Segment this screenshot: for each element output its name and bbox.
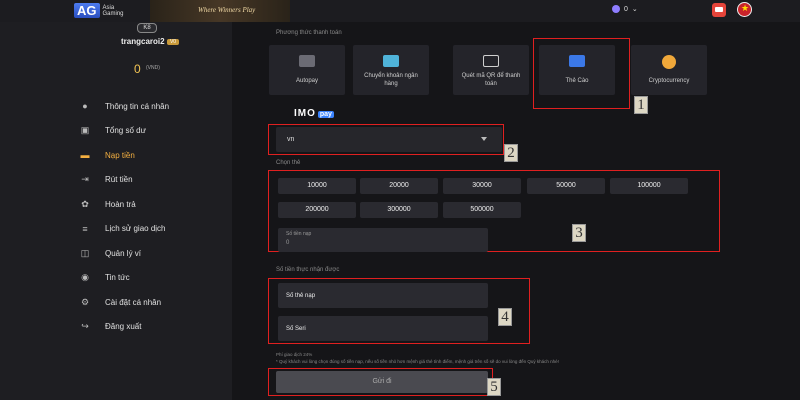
- wallet-value: 0: [624, 5, 628, 13]
- user-icon: ●: [82, 101, 88, 112]
- serial-field[interactable]: Số Seri: [278, 316, 488, 341]
- withdraw-icon: ⇥: [81, 174, 89, 185]
- sidebar-item[interactable]: ✿ Hoàn trả: [80, 192, 230, 217]
- logo-subtitle: Asia Gaming: [102, 4, 124, 17]
- balance-currency: (VND): [146, 65, 160, 71]
- sidebar-item[interactable]: ● Thông tin cá nhân: [80, 94, 230, 119]
- choose-card-label: Chọn thẻ: [276, 160, 301, 166]
- username: trangcaroi2: [121, 37, 165, 46]
- amount-option[interactable]: 50000: [527, 178, 605, 194]
- news-icon: ◉: [81, 272, 89, 283]
- sidebar-item[interactable]: ▬ Nạp tiền: [80, 143, 230, 168]
- step-number-4: 4: [498, 308, 512, 326]
- deposit-panel: Phương thức thanh toán Autopay Chuyển kh…: [232, 22, 800, 400]
- serial-placeholder: Số Seri: [286, 326, 306, 332]
- sidebar-item-label: Lịch sử giao dịch: [105, 224, 166, 234]
- vip-badge: V0: [167, 39, 179, 45]
- payment-method-label: Phương thức thanh toán: [276, 30, 342, 36]
- sidebar-item-label: Cài đặt cá nhân: [105, 297, 162, 307]
- banner-text: Where Winners Play: [198, 6, 256, 14]
- select-value: vn: [287, 136, 295, 143]
- sidebar-item[interactable]: ◉ Tin tức: [80, 266, 230, 291]
- sidebar-item[interactable]: ⚙ Cài đặt cá nhân: [80, 290, 230, 315]
- sidebar-item[interactable]: ↪ Đăng xuất: [80, 315, 230, 340]
- input-label: Số tiền nạp: [286, 231, 312, 237]
- sidebar-item-label: Quản lý ví: [105, 248, 142, 258]
- sidebar-item[interactable]: ≡ Lịch sử giao dịch: [80, 217, 230, 242]
- deposit-amount-input[interactable]: Số tiền nạp 0: [278, 228, 488, 252]
- step-number-3: 3: [572, 224, 586, 242]
- settings-icon: ⚙: [80, 296, 90, 307]
- card-number-placeholder: Số thẻ nạp: [286, 293, 316, 299]
- amount-option[interactable]: 10000: [278, 178, 356, 194]
- qr-code-icon: [483, 55, 499, 67]
- network-select[interactable]: vn: [276, 127, 502, 152]
- sidebar-item[interactable]: ◫ Quản lý ví: [80, 241, 230, 266]
- provider-name: IMO: [294, 108, 316, 119]
- step-number-1: 1: [634, 96, 648, 114]
- provider-suffix: pay: [317, 111, 334, 118]
- method-label: Autopay: [295, 78, 319, 84]
- method-crypto[interactable]: Cryptocurrency: [631, 45, 707, 95]
- language-flag-icon[interactable]: [737, 2, 752, 17]
- logo[interactable]: AG Asia Gaming: [74, 3, 127, 18]
- submit-button[interactable]: Gửi đi: [276, 371, 488, 393]
- balance-amount: 0: [134, 62, 141, 76]
- autopay-icon: [299, 55, 315, 67]
- card-number-field[interactable]: Số thẻ nạp: [278, 283, 488, 308]
- sidebar: K8 trangcaroi2 V0 0 (VND) ● Thông tin cá …: [0, 22, 232, 400]
- received-amount-label: Số tiền thực nhận được: [276, 267, 340, 273]
- sidebar-item-label: Nạp tiền: [105, 150, 135, 160]
- deposit-icon: ▬: [80, 150, 90, 161]
- top-bar: AG Asia Gaming Where Winners Play 0 ⌄: [0, 0, 800, 22]
- amount-option[interactable]: 30000: [443, 178, 521, 194]
- sidebar-item-label: Tin tức: [105, 273, 130, 283]
- highlight-box-1: [533, 38, 630, 109]
- bank-transfer-icon: [383, 55, 399, 67]
- step-number-2: 2: [504, 144, 518, 162]
- sidebar-item-label: Hoàn trả: [105, 199, 136, 209]
- amount-option[interactable]: 20000: [360, 178, 438, 194]
- warning-note: * Quý khách vui lòng chọn đúng số tiền n…: [276, 359, 559, 364]
- sidebar-item-label: Rút tiền: [105, 175, 133, 185]
- method-label: Quét mã QR để thanh toán: [461, 73, 521, 87]
- input-value: 0: [286, 240, 290, 246]
- caret-down-icon: [481, 137, 487, 141]
- logo-mark: AG: [74, 3, 100, 18]
- sidebar-item-label: Thông tin cá nhân: [105, 101, 170, 111]
- sidebar-menu: ● Thông tin cá nhân ▣ Tổng số dư ▬ Nạp tiền ⇥ R…: [80, 94, 230, 339]
- sidebar-item[interactable]: ▣ Tổng số dư: [80, 119, 230, 144]
- amount-option[interactable]: 100000: [610, 178, 688, 194]
- sidebar-item[interactable]: ⇥ Rút tiền: [80, 168, 230, 193]
- fee-note: Phí giao dịch 24%: [276, 352, 313, 357]
- amount-option[interactable]: 300000: [360, 202, 438, 218]
- wallet-icon: ▣: [80, 125, 90, 136]
- refund-icon: ✿: [81, 198, 89, 209]
- amount-option[interactable]: 500000: [443, 202, 521, 218]
- sidebar-item-label: Đăng xuất: [105, 322, 142, 332]
- history-icon: ≡: [82, 223, 88, 234]
- wallet-manage-icon: ◫: [80, 247, 90, 258]
- method-bank-transfer[interactable]: Chuyển khoản ngân hàng: [353, 45, 429, 95]
- sidebar-item-label: Tổng số dư: [105, 126, 146, 136]
- logout-icon: ↪: [81, 321, 89, 332]
- method-label: Chuyển khoản ngân hàng: [364, 73, 418, 87]
- wallet-dropdown[interactable]: 0 ⌄: [612, 5, 638, 13]
- chat-icon[interactable]: [712, 3, 726, 17]
- step-number-5: 5: [487, 378, 501, 396]
- method-qr[interactable]: Quét mã QR để thanh toán: [453, 45, 529, 95]
- method-autopay[interactable]: Autopay: [269, 45, 345, 95]
- crypto-icon: [662, 55, 676, 69]
- imo-pay-logo: IMO pay: [294, 108, 334, 119]
- avatar-badge: K8: [137, 23, 157, 33]
- chevron-down-icon: ⌄: [631, 6, 638, 13]
- amount-option[interactable]: 200000: [278, 202, 356, 218]
- method-label: Cryptocurrency: [648, 78, 690, 84]
- gem-icon: [612, 5, 620, 13]
